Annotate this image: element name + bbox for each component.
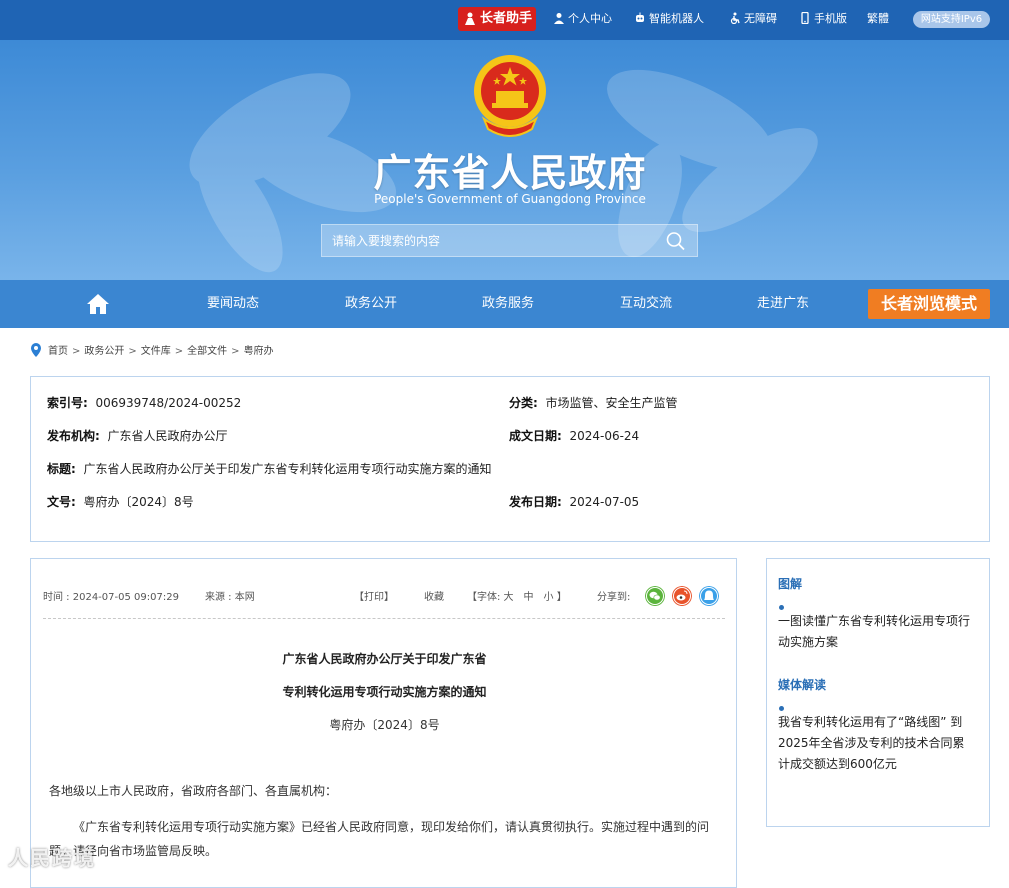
favorite-button[interactable]: 收藏 bbox=[424, 591, 444, 605]
weibo-icon[interactable] bbox=[672, 586, 692, 606]
nav-item-about-guangdong[interactable]: 走进广东 bbox=[757, 295, 809, 313]
site-subtitle: People's Government of Guangdong Provinc… bbox=[374, 192, 646, 206]
main-nav: 要闻动态 政务公开 政务服务 互动交流 走进广东 长者浏览模式 bbox=[0, 280, 1009, 328]
doc-number-value: 粤府办〔2024〕8号 bbox=[83, 495, 194, 509]
breadcrumb-all-documents[interactable]: 全部文件 bbox=[187, 346, 227, 357]
elder-assistant-button[interactable]: 长者助手 bbox=[458, 7, 536, 31]
mobile-label: 手机版 bbox=[814, 12, 847, 25]
national-emblem-icon bbox=[474, 55, 546, 137]
accessibility-icon bbox=[730, 12, 740, 24]
divider bbox=[43, 618, 725, 619]
title-label: 标题: bbox=[47, 462, 76, 476]
accessibility-label: 无障碍 bbox=[744, 12, 777, 25]
article-body: 《广东省专利转化运用专项行动实施方案》已经省人民政府同意，现印发给你们，请认真贯… bbox=[49, 820, 710, 858]
category-label: 分类: bbox=[509, 396, 538, 410]
breadcrumb: 首页 > 政务公开 > 文件库 > 全部文件 > 粤府办 bbox=[30, 343, 274, 361]
nav-item-open-government[interactable]: 政务公开 bbox=[345, 295, 397, 313]
issuer-value: 广东省人民政府办公厅 bbox=[107, 429, 228, 443]
elder-icon bbox=[465, 12, 475, 25]
article-time: 时间 : 2024-07-05 09:07:29 bbox=[43, 592, 179, 603]
personal-center-link[interactable]: 个人中心 bbox=[553, 11, 612, 27]
top-bar: 长者助手 个人中心 智能机器人 无障碍 手机版 繁體 网站支持IPv6 bbox=[0, 0, 1009, 40]
header-banner: 广东省人民政府 People's Government of Guangdong… bbox=[0, 40, 1009, 280]
created-date-label: 成文日期: bbox=[509, 429, 562, 443]
print-button[interactable]: 【打印】 bbox=[354, 591, 394, 605]
search-input[interactable] bbox=[322, 225, 652, 256]
robot-link[interactable]: 智能机器人 bbox=[634, 11, 704, 27]
article-title-line-1: 广东省人民政府办公厅关于印发广东省 bbox=[282, 652, 487, 666]
traditional-chinese-link[interactable]: 繁體 bbox=[867, 11, 889, 27]
doc-number-field: 文号: 粤府办〔2024〕8号 bbox=[47, 493, 194, 511]
breadcrumb-separator: > bbox=[128, 346, 137, 357]
article-panel: 时间 : 2024-07-05 09:07:29 来源 : 本网 【打印】 收藏… bbox=[30, 558, 737, 888]
accessibility-link[interactable]: 无障碍 bbox=[729, 11, 777, 27]
breadcrumb-open-government[interactable]: 政务公开 bbox=[84, 346, 124, 357]
site-title: 广东省人民政府 bbox=[373, 151, 647, 195]
index-field: 索引号: 006939748/2024-00252 bbox=[47, 394, 241, 412]
nav-item-news[interactable]: 要闻动态 bbox=[207, 295, 259, 313]
media-interpretation-heading: 媒体解读 bbox=[778, 678, 827, 692]
location-pin-icon bbox=[31, 343, 41, 357]
search-box bbox=[321, 224, 698, 257]
breadcrumb-separator: > bbox=[174, 346, 184, 357]
ipv6-badge: 网站支持IPv6 bbox=[913, 11, 990, 28]
infographic-heading: 图解 bbox=[778, 577, 803, 591]
infographic-link[interactable]: 一图读懂广东省专利转化运用专项行动实施方案 bbox=[778, 611, 973, 653]
related-sidebar: 图解 一图读懂广东省专利转化运用专项行动实施方案 媒体解读 我省专利转化运用有了… bbox=[766, 558, 990, 827]
category-value: 市场监管、安全生产监管 bbox=[545, 396, 678, 410]
bullet-icon bbox=[779, 605, 784, 610]
robot-icon bbox=[636, 12, 644, 22]
bullet-icon bbox=[779, 706, 784, 711]
nav-item-interaction[interactable]: 互动交流 bbox=[620, 295, 672, 313]
personal-center-label: 个人中心 bbox=[568, 12, 612, 25]
created-date-value: 2024-06-24 bbox=[569, 429, 640, 443]
robot-label: 智能机器人 bbox=[649, 12, 704, 25]
home-icon[interactable] bbox=[86, 293, 110, 315]
publish-date-value: 2024-07-05 bbox=[569, 495, 640, 509]
breadcrumb-separator: > bbox=[231, 346, 240, 357]
article-doc-number: 粤府办〔2024〕8号 bbox=[329, 718, 440, 732]
article-source: 来源 : 本网 bbox=[205, 592, 255, 603]
media-interpretation-link[interactable]: 我省专利转化运用有了“路线图” 到2025年全省涉及专利的技术合同累计成交额达到… bbox=[778, 712, 973, 775]
category-field: 分类: 市场监管、安全生产监管 bbox=[509, 394, 677, 412]
watermark: 人民跨境 bbox=[8, 846, 96, 870]
mobile-link[interactable]: 手机版 bbox=[799, 11, 847, 27]
share-label: 分享到: bbox=[597, 592, 631, 603]
breadcrumb-home[interactable]: 首页 bbox=[48, 346, 68, 357]
doc-number-label: 文号: bbox=[47, 495, 76, 509]
publish-date-field: 发布日期: 2024-07-05 bbox=[509, 493, 639, 511]
search-icon[interactable] bbox=[665, 231, 687, 251]
title-value: 广东省人民政府办公厅关于印发广东省专利转化运用专项行动实施方案的通知 bbox=[83, 462, 492, 476]
breadcrumb-document-library[interactable]: 文件库 bbox=[141, 346, 171, 357]
qq-icon[interactable] bbox=[699, 586, 719, 606]
article-title-line-2: 专利转化运用专项行动实施方案的通知 bbox=[282, 685, 487, 699]
created-date-field: 成文日期: 2024-06-24 bbox=[509, 427, 639, 445]
font-size-control[interactable]: 【字体: 大 中 小 】 bbox=[467, 591, 567, 605]
index-label: 索引号: bbox=[47, 396, 88, 410]
elder-assistant-label: 长者助手 bbox=[480, 11, 533, 26]
breadcrumb-separator: > bbox=[72, 346, 81, 357]
elder-mode-button[interactable]: 长者浏览模式 bbox=[868, 289, 990, 319]
issuer-field: 发布机构: 广东省人民政府办公厅 bbox=[47, 427, 227, 445]
person-icon bbox=[554, 13, 564, 24]
phone-icon bbox=[801, 12, 809, 24]
publish-date-label: 发布日期: bbox=[509, 495, 562, 509]
breadcrumb-current[interactable]: 粤府办 bbox=[244, 346, 274, 357]
index-value: 006939748/2024-00252 bbox=[95, 396, 242, 410]
wechat-icon[interactable] bbox=[645, 586, 665, 606]
document-info-box: 索引号: 006939748/2024-00252 分类: 市场监管、安全生产监… bbox=[30, 376, 990, 542]
nav-item-services[interactable]: 政务服务 bbox=[482, 295, 534, 313]
title-field: 标题: 广东省人民政府办公厅关于印发广东省专利转化运用专项行动实施方案的通知 bbox=[47, 460, 491, 478]
issuer-label: 发布机构: bbox=[47, 429, 100, 443]
article-salutation: 各地级以上市人民政府，省政府各部门、各直属机构： bbox=[49, 784, 338, 798]
